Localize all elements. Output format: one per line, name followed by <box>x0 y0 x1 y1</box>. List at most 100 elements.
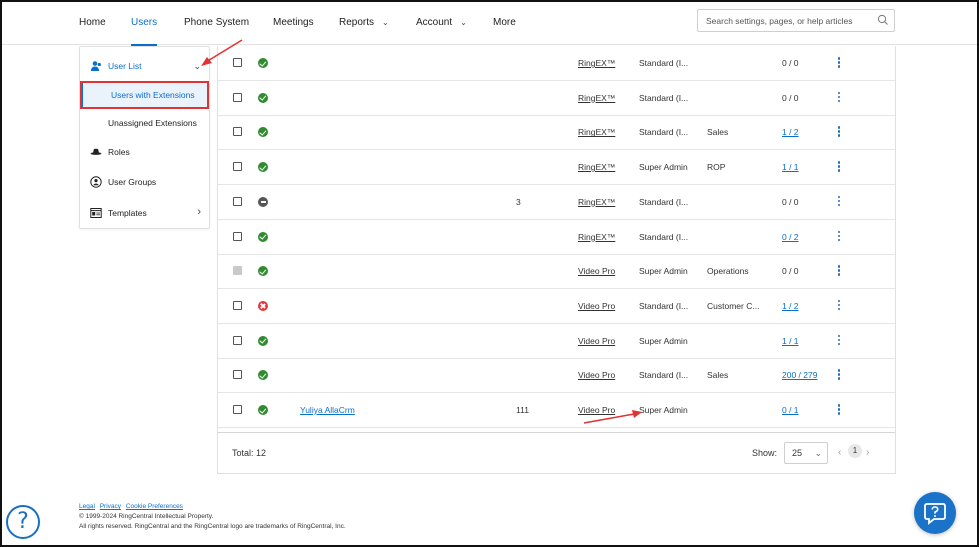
row-checkbox[interactable] <box>233 162 242 172</box>
more-actions-icon[interactable] <box>837 57 841 69</box>
row-checkbox[interactable] <box>233 231 242 241</box>
prev-page-icon[interactable]: ‹ <box>838 447 841 458</box>
user-list-icon <box>90 61 101 71</box>
plan-link[interactable]: RingEX™ <box>578 46 615 80</box>
more-actions-icon[interactable] <box>837 265 841 277</box>
sidebar-item-roles[interactable]: Roles <box>80 137 209 167</box>
devices-count[interactable]: 0 / 2 <box>782 220 799 254</box>
table-row[interactable]: RingEX™ Super Admin ROP 1 / 1 <box>218 150 895 186</box>
sidebar-item-templates[interactable]: Templates › <box>80 198 209 228</box>
nav-users[interactable]: Users <box>131 2 158 46</box>
more-actions-icon[interactable] <box>837 195 841 208</box>
plan-link[interactable]: Video Pro <box>578 324 615 358</box>
more-actions-icon[interactable] <box>837 404 841 416</box>
devices-count[interactable]: 200 / 279 <box>782 358 817 392</box>
status-active-icon <box>258 231 268 242</box>
search-input[interactable] <box>698 10 868 31</box>
plan-link[interactable]: Video Pro <box>578 358 615 392</box>
sidebar-item-label: Templates <box>108 208 147 218</box>
table-footer: Total: 12 Show: 25 ⌄ ‹ 1 › <box>218 432 895 473</box>
table-row[interactable]: Yuliya AllaCrm 111 Video Pro Super Admin 0 /… <box>218 393 895 428</box>
users-table: RingEX™ Standard (I... 0 / 0 RingEX™ Standar… <box>217 46 896 474</box>
current-page[interactable]: 1 <box>848 444 862 458</box>
department: Sales <box>707 370 729 381</box>
devices-count[interactable]: 1 / 2 <box>782 289 799 323</box>
devices-count[interactable]: 1 / 2 <box>782 115 799 149</box>
table-row[interactable]: Video Pro Super Admin 1 / 1 <box>218 324 895 359</box>
legal-links: Legal Privacy Cookie Preferences <box>79 502 346 512</box>
chat-help-button[interactable] <box>914 492 956 534</box>
user-role: Standard (I... <box>639 300 689 311</box>
search-icon[interactable] <box>877 14 889 26</box>
user-groups-icon <box>90 176 102 188</box>
devices-count: 0 / 0 <box>782 196 799 207</box>
table-row[interactable]: RingEX™ Standard (I... 0 / 0 <box>218 46 895 81</box>
sidebar-item-user-list[interactable]: User List ⌄ <box>80 51 209 81</box>
nav-account-label: Account <box>416 17 453 28</box>
row-checkbox[interactable] <box>233 405 242 414</box>
row-checkbox[interactable] <box>233 58 242 67</box>
table-row[interactable]: 3 RingEX™ Standard (I... 0 / 0 <box>218 185 895 220</box>
plan-link[interactable]: Video Pro <box>578 289 615 323</box>
next-page-icon[interactable]: › <box>866 447 869 458</box>
more-actions-icon[interactable] <box>837 299 841 312</box>
plan-link[interactable]: RingEX™ <box>578 220 615 254</box>
row-checkbox[interactable] <box>233 300 242 310</box>
status-active-icon <box>258 92 268 103</box>
user-role: Super Admin <box>639 162 688 173</box>
sidebar-item-unassigned-extensions[interactable]: Unassigned Extensions <box>80 109 209 137</box>
sidebar-item-user-groups[interactable]: User Groups <box>80 167 209 197</box>
table-row[interactable]: RingEX™ Standard (I... 0 / 2 <box>218 220 895 255</box>
status-disabled-icon <box>258 196 268 207</box>
row-checkbox[interactable] <box>233 92 242 102</box>
nav-reports[interactable]: Reports ⌄ <box>339 2 389 45</box>
row-checkbox[interactable] <box>233 370 242 380</box>
nav-home[interactable]: Home <box>79 2 106 45</box>
devices-count[interactable]: 1 / 1 <box>782 150 799 184</box>
help-icon[interactable]: ? <box>6 505 40 539</box>
more-actions-icon[interactable] <box>837 230 841 243</box>
more-actions-icon[interactable] <box>837 91 841 104</box>
page-size-label: Show: <box>752 448 778 458</box>
devices-count[interactable]: 1 / 1 <box>782 324 799 358</box>
more-actions-icon[interactable] <box>837 369 841 381</box>
plan-link[interactable]: RingEX™ <box>578 81 615 115</box>
privacy-link[interactable]: Privacy <box>100 503 121 510</box>
sidebar-item-users-with-extensions[interactable]: Users with Extensions <box>80 81 209 109</box>
legal-link[interactable]: Legal <box>79 503 95 510</box>
plan-link[interactable]: Video Pro <box>578 254 615 288</box>
hat-icon <box>90 148 102 155</box>
cookie-preferences-link[interactable]: Cookie Preferences <box>126 503 183 510</box>
nav-phone-system[interactable]: Phone System <box>184 2 249 45</box>
table-row[interactable]: Video Pro Standard (I... Sales 200 / 279 <box>218 358 895 394</box>
table-row[interactable]: RingEX™ Standard (I... Sales 1 / 2 <box>218 115 895 151</box>
sidebar-item-label: User List <box>108 61 142 71</box>
row-checkbox[interactable] <box>233 127 242 137</box>
nav-more[interactable]: More <box>493 2 516 45</box>
nav-account[interactable]: Account ⌄ <box>416 2 467 45</box>
status-active-icon <box>258 335 268 346</box>
table-row[interactable]: Video Pro Super Admin Operations 0 / 0 <box>218 254 895 290</box>
plan-link[interactable]: RingEX™ <box>578 185 615 219</box>
status-active-icon <box>258 58 268 68</box>
user-name-link[interactable]: Yuliya AllaCrm <box>300 393 355 427</box>
more-actions-icon[interactable] <box>837 161 841 173</box>
plan-link[interactable]: RingEX™ <box>578 115 615 149</box>
page-size-select[interactable]: 25 ⌄ <box>784 442 828 464</box>
search-box <box>697 9 895 32</box>
nav-meetings[interactable]: Meetings <box>273 2 314 45</box>
chevron-down-icon[interactable]: ⌄ <box>193 61 201 72</box>
status-error-icon <box>258 300 268 311</box>
user-role: Standard (I... <box>639 58 689 68</box>
plan-link[interactable]: RingEX™ <box>578 150 615 184</box>
row-checkbox[interactable] <box>233 335 242 345</box>
more-actions-icon[interactable] <box>837 334 841 347</box>
table-row[interactable]: Video Pro Standard (I... Customer C... 1 / … <box>218 289 895 324</box>
plan-link[interactable]: Video Pro <box>578 393 615 427</box>
table-row[interactable]: RingEX™ Standard (I... 0 / 0 <box>218 81 895 116</box>
extension-number: 111 <box>516 405 529 415</box>
top-nav: Home Users Phone System Meetings Reports… <box>2 2 977 46</box>
devices-count[interactable]: 0 / 1 <box>782 393 799 427</box>
more-actions-icon[interactable] <box>837 126 841 138</box>
row-checkbox[interactable] <box>233 196 242 206</box>
